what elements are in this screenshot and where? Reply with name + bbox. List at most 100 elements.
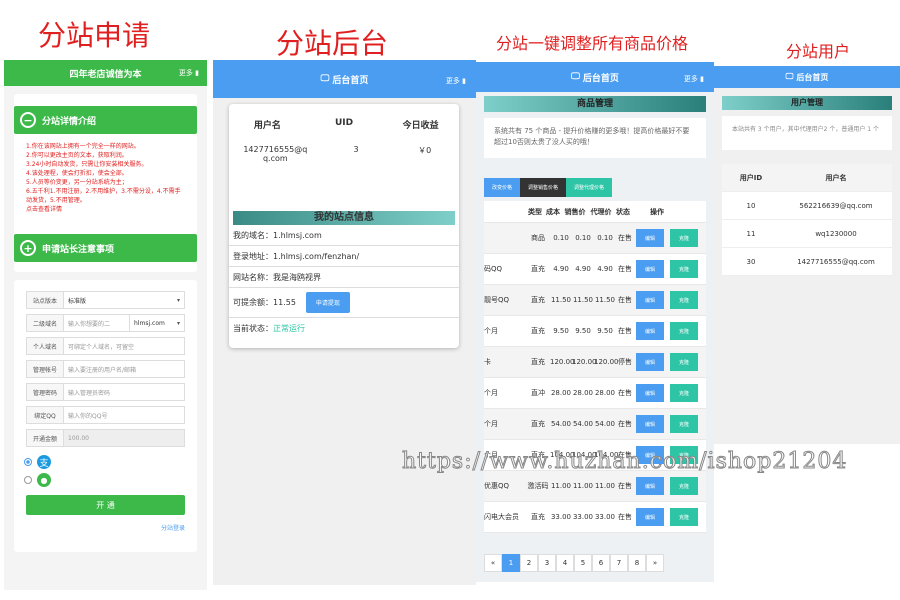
table-cell: 在售	[618, 327, 632, 335]
users-header: 🖵 后台首页	[714, 66, 900, 88]
products-table-header: 类型 成本 销售价 代理价 状态 操作	[484, 201, 706, 223]
edit-button[interactable]: 编辑	[636, 322, 664, 340]
page-button[interactable]: 8	[628, 554, 646, 572]
clone-button[interactable]: 克隆	[670, 353, 698, 371]
users-title: 用户管理	[722, 96, 892, 110]
table-row: 个月 直充 54.00 54.00 54.00 在售 编辑 克隆	[484, 409, 706, 440]
page-button[interactable]: 7	[610, 554, 628, 572]
products-header: 🖵 后台首页 更多 ▮	[476, 62, 714, 92]
clone-button[interactable]: 克隆	[670, 322, 698, 340]
table-cell: 0.10	[597, 234, 613, 242]
edit-button[interactable]: 编辑	[636, 291, 664, 309]
caption-apply: 分站申请	[38, 19, 151, 52]
table-cell: 个月	[484, 327, 498, 335]
table-cell: 33.00	[572, 513, 594, 521]
table-cell: 28.00	[550, 389, 572, 397]
admin-account-input[interactable]: 输入要注册的用户名/邮箱	[64, 360, 185, 378]
table-cell: 33.00	[550, 513, 572, 521]
more-link[interactable]: 更多 ▮	[684, 74, 704, 84]
table-cell: 码QQ	[484, 265, 503, 273]
page-button[interactable]: «	[484, 554, 502, 572]
table-row: 码QQ 直充 4.90 4.90 4.90 在售 编辑 克隆	[484, 254, 706, 285]
admin-password-input[interactable]: 输入管理员密码	[64, 383, 185, 401]
table-cell: 直充	[531, 327, 545, 335]
clone-button[interactable]: 克隆	[670, 291, 698, 309]
table-cell: 11.50	[594, 296, 616, 304]
edit-button[interactable]: 编辑	[636, 229, 664, 247]
open-button[interactable]: 开 通	[26, 495, 185, 515]
table-cell: 54.00	[550, 420, 572, 428]
version-select[interactable]: 标准版	[64, 291, 185, 309]
table-cell: 闪电大会员	[484, 513, 519, 521]
table-cell: 直充	[531, 358, 545, 366]
edit-button[interactable]: 编辑	[636, 384, 664, 402]
clone-button[interactable]: 克隆	[670, 229, 698, 247]
edit-button[interactable]: 编辑	[636, 353, 664, 371]
table-cell: 11.50	[550, 296, 572, 304]
price-buttons: 改变价格 调整销售价格 调整代理价格	[484, 178, 706, 197]
qq-input[interactable]: 输入你的QQ号	[64, 406, 185, 424]
clone-button[interactable]: 克隆	[670, 384, 698, 402]
clone-button[interactable]: 克隆	[670, 260, 698, 278]
monitor-icon: 🖵	[320, 74, 330, 84]
page-button[interactable]: 6	[592, 554, 610, 572]
login-link[interactable]: 分站登录	[26, 523, 185, 532]
page-button[interactable]: »	[646, 554, 664, 572]
table-cell: 直充	[531, 513, 545, 521]
more-link[interactable]: 更多 ▮	[446, 76, 466, 86]
notice-toggle[interactable]: + 申请站长注意事项	[14, 234, 197, 262]
page-button[interactable]: 2	[520, 554, 538, 572]
table-cell: 4.90	[575, 265, 591, 273]
page-button[interactable]: 5	[574, 554, 592, 572]
domain-suffix-select[interactable]: hlmsj.com	[130, 314, 185, 332]
intro-toggle[interactable]: − 分站详情介绍	[14, 106, 197, 134]
page-button[interactable]: 4	[556, 554, 574, 572]
products-panel: 🖵 后台首页 更多 ▮ 商品管理 系统共有 75 个商品 - 提升价格赚的更多哦！…	[476, 62, 714, 582]
adjust-sale-price-button[interactable]: 调整销售价格	[520, 178, 567, 197]
table-cell: 个月	[484, 420, 498, 428]
cell-username: 1427716555@qq.com	[243, 145, 308, 163]
apply-form: 站点版本标准版 二级域名输入你想要的二hlmsj.com 个人域名可绑定个人域名…	[14, 280, 197, 552]
edit-button[interactable]: 编辑	[636, 415, 664, 433]
backend-title: 后台首页	[332, 75, 369, 86]
monitor-icon: 🖵	[785, 72, 794, 81]
apply-header: 四年老店诚信为本 更多 ▮	[4, 60, 207, 86]
more-link[interactable]: 更多 ▮	[179, 68, 199, 78]
pay-wechat-option[interactable]: ●	[24, 473, 197, 487]
withdraw-button[interactable]: 申请提现	[305, 292, 350, 313]
products-title: 商品管理	[484, 96, 706, 112]
clone-button[interactable]: 克隆	[670, 415, 698, 433]
subdomain-input[interactable]: 输入你想要的二	[64, 314, 130, 332]
table-cell: 商品	[531, 234, 545, 242]
caption-backend: 分站后台	[276, 27, 389, 60]
pay-alipay-option[interactable]: 支	[24, 455, 197, 469]
clone-button[interactable]: 克隆	[670, 508, 698, 526]
table-cell: 33.00	[594, 513, 616, 521]
change-price-button[interactable]: 改变价格	[484, 178, 521, 197]
page-button[interactable]: 1	[502, 554, 520, 572]
table-cell: 4.90	[597, 265, 613, 273]
caption-prices: 分站一键调整所有商品价格	[496, 34, 689, 53]
page-button[interactable]: 3	[538, 554, 556, 572]
table-row: 优惠QQ 激活码 11.00 11.00 11.00 在售 编辑 克隆	[484, 471, 706, 502]
table-cell: 0.10	[575, 234, 591, 242]
table-cell: 直充	[531, 420, 545, 428]
edit-button[interactable]: 编辑	[636, 508, 664, 526]
cell-income: ￥0	[418, 146, 432, 155]
pagination: «1 2 3 4 5 6 7 8»	[484, 554, 664, 572]
table-cell: 在售	[618, 389, 632, 397]
table-cell: 9.50	[553, 327, 569, 335]
radio-icon[interactable]	[24, 476, 32, 484]
apply-panel: 四年老店诚信为本 更多 ▮ − 分站详情介绍 1.你在该网站上拥有一个完全一样的网…	[4, 60, 207, 590]
custom-domain-input[interactable]: 可绑定个人域名，可留空	[64, 337, 185, 355]
edit-button[interactable]: 编辑	[636, 260, 664, 278]
label-subdomain: 二级域名	[26, 314, 64, 332]
table-row: 卡直充 120.00 120.00 120.00 停售 编辑 克隆	[484, 347, 706, 378]
table-cell: 直充	[531, 296, 545, 304]
clone-button[interactable]: 克隆	[670, 477, 698, 495]
edit-button[interactable]: 编辑	[636, 477, 664, 495]
col-uid: UID	[334, 118, 354, 128]
adjust-agent-price-button[interactable]: 调整代理价格	[566, 178, 613, 197]
radio-icon[interactable]	[24, 458, 32, 466]
table-row: 个月 直冲 28.00 28.00 28.00 在售 编辑 克隆	[484, 378, 706, 409]
